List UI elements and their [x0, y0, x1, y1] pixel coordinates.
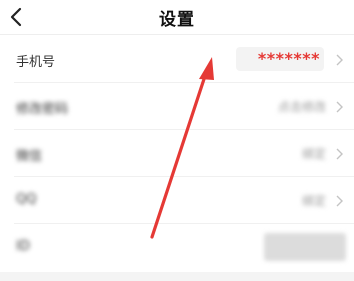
row-value-password: 点击修改	[277, 100, 326, 114]
chevron-right-icon	[336, 54, 343, 66]
chevron-right-icon	[336, 101, 343, 113]
row-label-qq: QQ	[16, 192, 37, 207]
settings-row-phone[interactable]: 手机号 *******	[0, 37, 354, 83]
settings-row-id[interactable]: ID	[0, 225, 354, 271]
row-label-phone: 手机号	[16, 55, 56, 70]
row-value-qq: 绑定	[301, 194, 326, 208]
phone-number-value: *******	[257, 49, 320, 68]
chevron-right-icon	[336, 148, 343, 160]
bottom-section-band	[0, 272, 354, 281]
settings-row-wechat[interactable]: 微信 绑定	[0, 131, 354, 177]
row-value-wechat: 绑定	[301, 147, 326, 161]
row-divider	[14, 223, 354, 224]
row-label-wechat: 微信	[16, 149, 43, 164]
row-divider	[14, 129, 354, 130]
settings-screen: 设置 手机号 ******* 修改密码 点击修改 微信 绑定 QQ 绑定 ID	[0, 0, 354, 281]
row-label-id: ID	[16, 239, 30, 254]
settings-row-password[interactable]: 修改密码 点击修改	[0, 84, 354, 130]
page-title: 设置	[159, 10, 195, 30]
top-nav-bar: 设置	[0, 0, 354, 34]
nav-divider	[0, 34, 354, 35]
row-label-password: 修改密码	[16, 102, 69, 117]
settings-row-qq[interactable]: QQ 绑定	[0, 178, 354, 224]
row-divider	[14, 176, 354, 177]
row-divider	[14, 82, 354, 83]
chevron-right-icon	[336, 195, 343, 207]
id-redaction-block	[264, 233, 346, 261]
